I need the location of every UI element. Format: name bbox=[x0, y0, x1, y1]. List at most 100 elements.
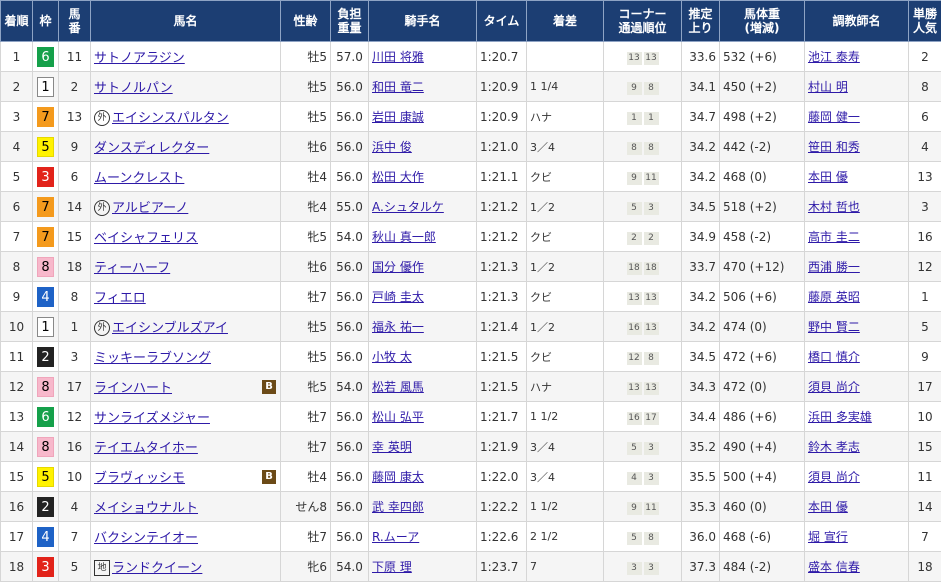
body-weight-cell: 472 (0) bbox=[719, 371, 805, 402]
corner-cell: 33 bbox=[603, 551, 682, 582]
horse-name-link[interactable]: ブラヴィッシモ bbox=[94, 471, 185, 486]
horse-name-link[interactable]: ラインハート bbox=[94, 381, 172, 396]
horse-cell: ムーンクレスト bbox=[90, 161, 281, 192]
jockey-link[interactable]: 幸 英明 bbox=[372, 440, 412, 454]
waku-badge: 6 bbox=[37, 406, 54, 427]
umaban-cell: 10 bbox=[58, 461, 91, 492]
rank-cell: 12 bbox=[0, 371, 33, 402]
corner-position: 5 bbox=[626, 441, 642, 455]
jockey-link[interactable]: 国分 優作 bbox=[372, 260, 424, 274]
corner-position: 8 bbox=[643, 81, 659, 95]
trainer-link[interactable]: 橋口 慎介 bbox=[808, 350, 860, 364]
last3f-cell: 34.4 bbox=[681, 401, 720, 432]
last3f-cell: 34.7 bbox=[681, 101, 720, 132]
trainer-link[interactable]: 堀 宣行 bbox=[808, 530, 848, 544]
trainer-link[interactable]: 鈴木 孝志 bbox=[808, 440, 860, 454]
umaban-cell: 4 bbox=[58, 491, 91, 522]
jockey-link[interactable]: 松山 弘平 bbox=[372, 410, 424, 424]
trainer-link[interactable]: 木村 哲也 bbox=[808, 200, 860, 214]
corner-cell: 9 11 bbox=[603, 161, 682, 192]
trainer-link[interactable]: 須貝 尚介 bbox=[808, 470, 860, 484]
horse-name-link[interactable]: メイショウナルト bbox=[94, 501, 198, 516]
horse-name-link[interactable]: ランドクイーン bbox=[112, 561, 202, 576]
horse-cell: テイエムタイホー bbox=[90, 431, 281, 462]
jockey-link[interactable]: 川田 将雅 bbox=[372, 50, 424, 64]
corner-position: 4 bbox=[626, 471, 642, 485]
trainer-link[interactable]: 本田 優 bbox=[808, 170, 848, 184]
jockey-cell: 国分 優作 bbox=[368, 251, 477, 282]
jockey-link[interactable]: 下原 理 bbox=[372, 560, 412, 574]
horse-name-link[interactable]: アルビアーノ bbox=[112, 201, 188, 216]
weight-carried-cell: 56.0 bbox=[330, 491, 369, 522]
body-weight-cell: 442 (-2) bbox=[719, 131, 805, 162]
blinker-badge: B bbox=[262, 469, 276, 484]
waku-badge: 1 bbox=[37, 76, 54, 97]
table-row: 11 2 3 ミッキーラブソング 牡5 56.0 小牧 太 1:21.5 クビ 12 8 34.5 47… bbox=[0, 341, 941, 372]
horse-name-link[interactable]: ティーハーフ bbox=[94, 261, 170, 276]
waku-cell: 6 bbox=[32, 41, 59, 72]
horse-name-link[interactable]: エイシンスパルタン bbox=[112, 111, 229, 126]
waku-cell: 3 bbox=[32, 551, 59, 582]
jockey-link[interactable]: 岩田 康誠 bbox=[372, 110, 424, 124]
weight-carried-cell: 56.0 bbox=[330, 71, 369, 102]
header-corner: コーナー 通過順位 bbox=[603, 0, 682, 42]
trainer-link[interactable]: 池江 泰寿 bbox=[808, 50, 860, 64]
trainer-link[interactable]: 西浦 勝一 bbox=[808, 260, 860, 274]
trainer-link[interactable]: 盛本 信春 bbox=[808, 560, 860, 574]
table-row: 17 4 7 バクシンテイオー 牡7 56.0 R.ムーア 1:22.6 2 1/2 5 8 36.0… bbox=[0, 521, 941, 552]
horse-name-link[interactable]: エイシンブルズアイ bbox=[112, 321, 228, 336]
trainer-link[interactable]: 藤原 英昭 bbox=[808, 290, 860, 304]
horse-cell: 地ランドクイーン bbox=[90, 551, 281, 582]
jockey-link[interactable]: 藤岡 康太 bbox=[372, 470, 424, 484]
horse-name-link[interactable]: サトノルパン bbox=[94, 81, 173, 96]
body-weight-cell: 500 (+4) bbox=[719, 461, 805, 492]
jockey-link[interactable]: R.ムーア bbox=[372, 530, 419, 544]
horse-name-link[interactable]: ベイシャフェリス bbox=[94, 231, 198, 246]
weight-carried-cell: 56.0 bbox=[330, 341, 369, 372]
jockey-cell: 小牧 太 bbox=[368, 341, 477, 372]
jockey-link[interactable]: 松若 風馬 bbox=[372, 380, 424, 394]
trainer-link[interactable]: 村山 明 bbox=[808, 80, 848, 94]
jockey-link[interactable]: 秋山 真一郎 bbox=[372, 230, 436, 244]
horse-name-link[interactable]: フィエロ bbox=[94, 291, 146, 306]
horse-name-link[interactable]: サンライズメジャー bbox=[94, 411, 210, 426]
corner-position: 1 bbox=[643, 111, 659, 125]
header-weight-carried: 負担 重量 bbox=[330, 0, 369, 42]
horse-name-link[interactable]: ダンスディレクター bbox=[94, 141, 209, 156]
horse-name-link[interactable]: バクシンテイオー bbox=[94, 531, 198, 546]
jockey-cell: 松若 風馬 bbox=[368, 371, 477, 402]
trainer-link[interactable]: 藤岡 健一 bbox=[808, 110, 860, 124]
jockey-link[interactable]: 松田 大作 bbox=[372, 170, 424, 184]
trainer-link[interactable]: 本田 優 bbox=[808, 500, 848, 514]
horse-name-link[interactable]: テイエムタイホー bbox=[94, 441, 198, 456]
trainer-link[interactable]: 須貝 尚介 bbox=[808, 380, 860, 394]
jockey-cell: R.ムーア bbox=[368, 521, 477, 552]
last3f-cell: 35.3 bbox=[681, 491, 720, 522]
horse-name-link[interactable]: ミッキーラブソング bbox=[94, 351, 211, 366]
jockey-link[interactable]: 小牧 太 bbox=[372, 350, 412, 364]
weight-carried-cell: 56.0 bbox=[330, 281, 369, 312]
waku-badge: 3 bbox=[37, 166, 54, 187]
trainer-cell: 本田 優 bbox=[804, 161, 909, 192]
trainer-link[interactable]: 野中 賢二 bbox=[808, 320, 860, 334]
waku-badge: 7 bbox=[37, 196, 54, 217]
jockey-cell: 秋山 真一郎 bbox=[368, 221, 477, 252]
jockey-link[interactable]: 福永 祐一 bbox=[372, 320, 424, 334]
umaban-cell: 8 bbox=[58, 281, 91, 312]
jockey-link[interactable]: 戸崎 圭太 bbox=[372, 290, 424, 304]
horse-name-link[interactable]: サトノアラジン bbox=[94, 51, 185, 66]
trainer-link[interactable]: 浜田 多実雄 bbox=[808, 410, 872, 424]
trainer-link[interactable]: 笹田 和秀 bbox=[808, 140, 860, 154]
corner-position: 13 bbox=[626, 381, 642, 395]
jockey-link[interactable]: A.シュタルケ bbox=[372, 200, 444, 214]
margin-cell: 2 1/2 bbox=[526, 521, 604, 552]
horse-name-link[interactable]: ムーンクレスト bbox=[94, 171, 184, 186]
popularity-cell: 4 bbox=[908, 131, 941, 162]
jockey-link[interactable]: 和田 竜二 bbox=[372, 80, 424, 94]
trainer-link[interactable]: 高市 圭二 bbox=[808, 230, 860, 244]
jockey-cell: 武 幸四郎 bbox=[368, 491, 477, 522]
jockey-link[interactable]: 武 幸四郎 bbox=[372, 500, 424, 514]
jockey-link[interactable]: 浜中 俊 bbox=[372, 140, 412, 154]
corner-position: 13 bbox=[643, 291, 659, 305]
umaban-cell: 14 bbox=[58, 191, 91, 222]
